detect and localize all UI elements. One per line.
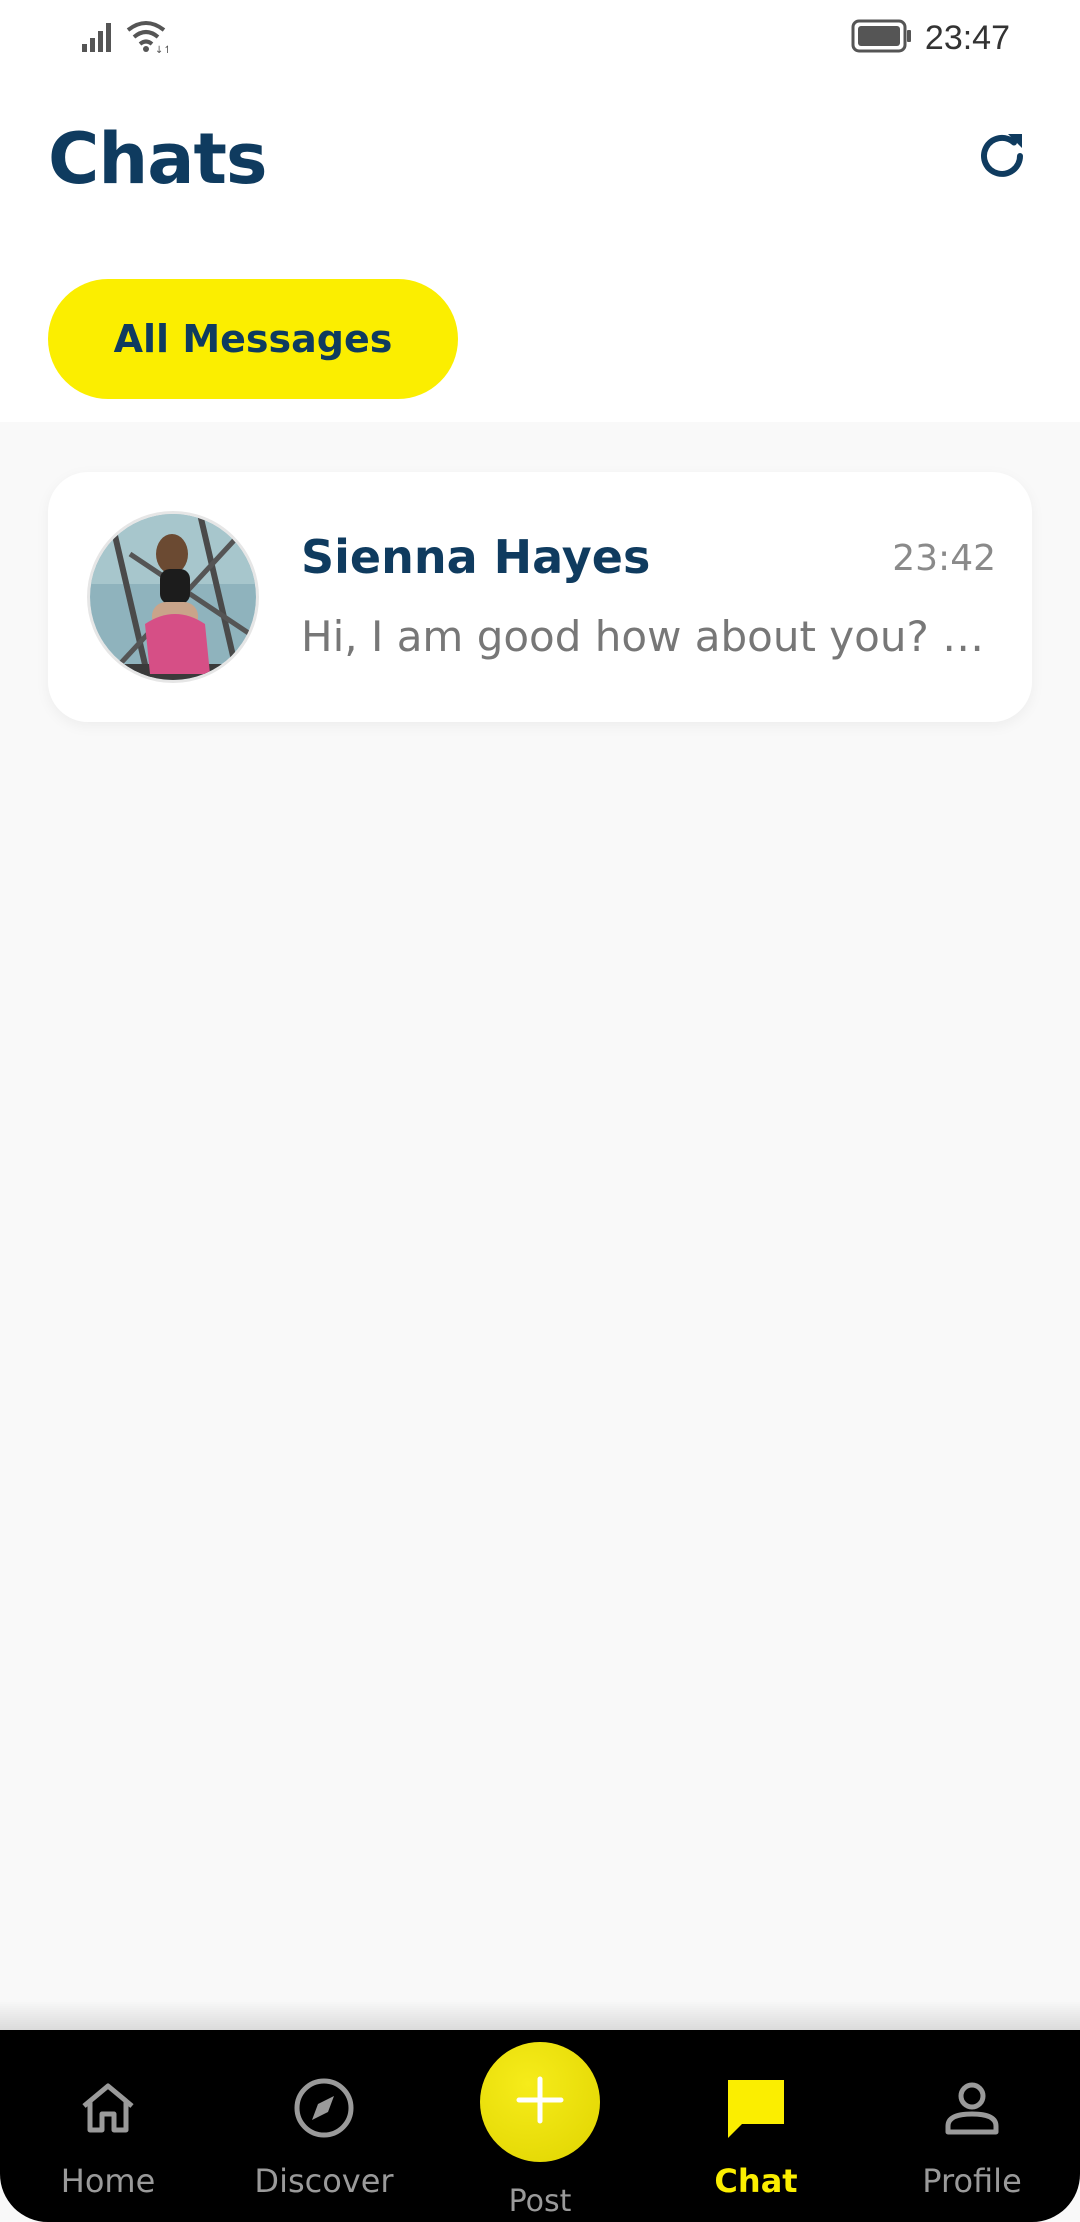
chat-contact-name: Sienna Hayes	[301, 530, 651, 584]
refresh-icon	[974, 128, 1030, 189]
battery-icon	[851, 19, 913, 58]
post-button[interactable]	[480, 2042, 600, 2162]
wifi-icon: ↓↑	[124, 18, 172, 59]
avatar	[87, 511, 259, 683]
status-bar: ↓↑ 23:47	[0, 0, 1080, 78]
svg-text:↓↑: ↓↑	[155, 45, 168, 54]
nav-label-discover: Discover	[254, 2162, 394, 2200]
plus-icon	[515, 2075, 565, 2130]
nav-item-discover[interactable]: Discover	[234, 2030, 414, 2222]
chat-timestamp: 23:42	[892, 538, 996, 579]
bottom-nav: Home Discover Post Chat Profile	[0, 2030, 1080, 2222]
status-right: 23:47	[851, 14, 1010, 62]
all-messages-filter[interactable]: All Messages	[48, 279, 458, 399]
signal-icon	[80, 18, 118, 59]
person-icon	[940, 2076, 1004, 2140]
chats-screen: ↓↑ 23:47 Chats All Messages Sienna Hayes…	[0, 0, 1080, 2222]
nav-label-post: Post	[508, 2184, 572, 2219]
bottom-nav-shadow	[0, 2000, 1080, 2030]
refresh-button[interactable]	[972, 128, 1032, 188]
nav-label-home: Home	[60, 2162, 156, 2200]
nav-label-chat: Chat	[714, 2162, 798, 2200]
compass-icon	[292, 2076, 356, 2140]
nav-label-profile: Profile	[922, 2162, 1022, 2200]
chat-list-item[interactable]: Sienna Hayes 23:42 Hi, I am good how abo…	[48, 472, 1032, 722]
chat-message-preview: Hi, I am good how about you? …	[301, 612, 985, 661]
home-icon	[76, 2076, 140, 2140]
status-time: 23:47	[924, 18, 1010, 57]
status-left: ↓↑	[80, 18, 172, 59]
nav-item-profile[interactable]: Profile	[882, 2030, 1062, 2222]
header: Chats All Messages	[0, 78, 1080, 422]
nav-item-chat[interactable]: Chat	[666, 2030, 846, 2222]
nav-item-home[interactable]: Home	[18, 2030, 198, 2222]
chat-bubble-icon	[724, 2076, 788, 2140]
chat-list: Sienna Hayes 23:42 Hi, I am good how abo…	[48, 472, 1032, 722]
page-title: Chats	[48, 118, 268, 200]
